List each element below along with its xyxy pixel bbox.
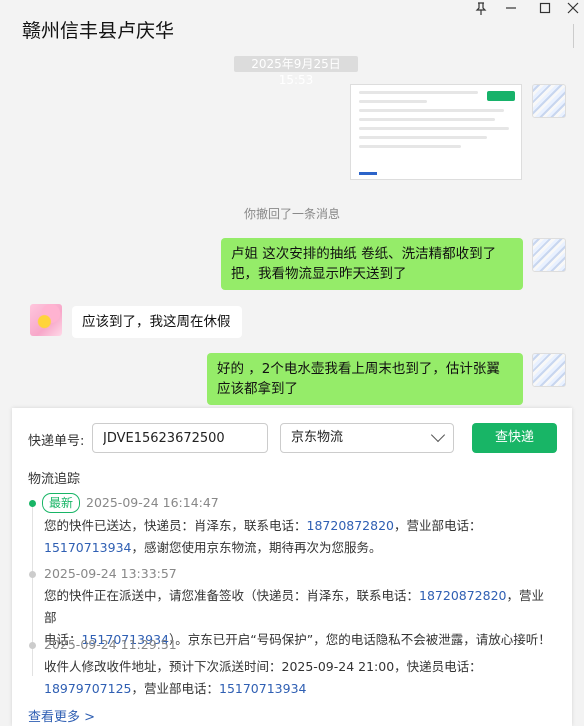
timeline-line: [32, 506, 33, 676]
title-bar: 赣州信丰县卢庆华: [0, 0, 584, 56]
query-tracking-button[interactable]: 查快递: [472, 423, 557, 453]
my-avatar[interactable]: [532, 353, 566, 387]
my-avatar[interactable]: [532, 84, 566, 118]
phone-link[interactable]: 18720872820: [419, 588, 506, 603]
timeline-dot: [29, 571, 36, 578]
timeline-dot-active: [29, 500, 36, 507]
message-bubble-me[interactable]: 卢姐 这次安排的抽纸 卷纸、洗洁精都收到了把，我看物流显示昨天送到了: [221, 238, 523, 290]
chevron-down-icon: [430, 427, 446, 443]
friend-avatar[interactable]: [30, 304, 62, 336]
recall-notice: 你撤回了一条消息: [243, 207, 340, 221]
view-more-link[interactable]: 查看更多 >: [28, 706, 95, 725]
pin-icon[interactable]: [470, 2, 492, 20]
side-panel-handle[interactable]: [573, 24, 584, 48]
screenshot-message-thumbnail[interactable]: [350, 84, 522, 180]
tracking-number-input[interactable]: [92, 423, 268, 453]
tracking-number-label: 快递单号:: [28, 434, 85, 449]
carrier-select[interactable]: 京东物流: [280, 423, 454, 453]
message-timestamp: 2025年9月25日 15:53: [234, 56, 358, 87]
my-avatar[interactable]: [532, 238, 566, 272]
chat-title: 赣州信丰县卢庆华: [22, 20, 175, 42]
close-icon[interactable]: [562, 2, 584, 20]
phone-link[interactable]: 15170713934: [44, 540, 131, 555]
thumbnail-button-shape: [487, 91, 515, 101]
event-description: 收件人修改收件地址，预计下次派送时间：2025-09-24 21:00，快递员电…: [44, 659, 482, 696]
latest-badge: 最新: [42, 493, 81, 513]
event-time: 2025-09-24 13:33:57: [44, 566, 177, 581]
phone-link[interactable]: 18979707125: [44, 681, 131, 696]
event-time: 2025-09-24 16:14:47: [86, 495, 219, 510]
timeline-dot: [29, 642, 36, 649]
message-bubble-me[interactable]: 好的 ，2个电水壶我看上周末也到了，估计张翼应该都拿到了: [207, 353, 523, 405]
phone-link[interactable]: 15170713934: [219, 681, 306, 696]
phone-link[interactable]: 18720872820: [307, 518, 394, 533]
carrier-select-value: 京东物流: [291, 430, 344, 445]
message-bubble-friend[interactable]: 应该到了，我这周在休假: [72, 306, 242, 338]
event-description: 您的快件已送达，快递员：肖泽东，联系电话：18720872820，营业部电话： …: [44, 518, 482, 555]
minimize-icon[interactable]: [500, 2, 522, 20]
event-time: 2025-09-24 11:29:51: [44, 637, 177, 652]
express-tracking-panel: 快递单号: 京东物流 查快递 物流追踪 最新 2025-09-24 16:14:…: [12, 408, 572, 726]
logistics-section-title: 物流追踪: [28, 472, 81, 487]
maximize-icon[interactable]: [534, 2, 556, 20]
